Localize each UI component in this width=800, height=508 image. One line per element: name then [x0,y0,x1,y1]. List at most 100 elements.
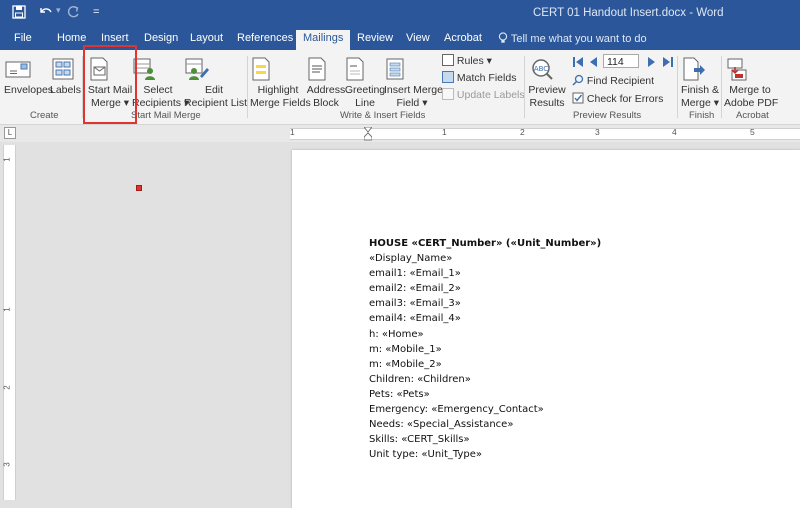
highlight-merge-fields-button[interactable]: Highlight Merge Fields [250,56,311,110]
tab-mailings[interactable]: Mailings [296,30,351,50]
merge-field-line: email3: «Email_3» [369,298,461,310]
merge-to-adobe-pdf-label-2: Adobe PDF [724,97,779,109]
tab-insert[interactable]: Insert [101,32,129,44]
ruler-number: 1 [2,157,12,162]
finish-merge-button[interactable]: Finish & Merge ▾ [680,56,720,110]
redo-icon[interactable] [66,5,80,19]
tab-review[interactable]: Review [357,32,393,44]
tell-me-search[interactable]: Tell me what you want to do [498,32,647,45]
merge-to-adobe-pdf-button[interactable]: Merge to Adobe PDF [724,56,779,110]
group-label-acrobat: Acrobat [736,110,769,121]
start-mail-merge-highlight [83,45,137,124]
tab-view[interactable]: View [406,32,430,44]
ruler-number: 3 [2,462,12,467]
highlight-merge-fields-label-1: Highlight [257,84,299,96]
highlight-merge-fields-label-2: Merge Fields [250,97,311,109]
document-body[interactable]: HOUSE «CERT_Number» («Unit_Number») «Dis… [369,236,601,462]
tab-references[interactable]: References [237,32,293,44]
record-number-input[interactable]: 114 [603,54,639,68]
indent-marker-icon[interactable] [364,127,372,141]
tab-file[interactable]: File [14,32,32,44]
merge-field-line: email4: «Email_4» [369,313,461,325]
edit-recipient-list-icon [184,56,244,82]
merge-field-line: Pets: «Pets» [369,388,430,400]
group-label-create: Create [30,110,59,121]
next-record-icon[interactable] [647,56,657,68]
highlight-merge-fields-icon [250,56,306,82]
greeting-line-button[interactable]: Greeting Line [344,56,386,110]
merge-field-line: Unit type: «Unit_Type» [369,449,482,461]
preview-results-label-1: Preview [528,84,566,96]
undo-dropdown-icon[interactable]: ▾ [56,5,61,16]
address-block-label-1: Address [306,84,346,96]
merge-field-line: Children: «Children» [369,373,471,385]
horizontal-ruler-row: L 1 1 2 3 4 5 [0,125,800,142]
preview-results-button[interactable]: ABC Preview Results [528,56,566,110]
find-recipient-label: Find Recipient [586,75,655,87]
merge-field-line: m: «Mobile_2» [369,358,442,370]
group-label-finish: Finish [689,110,715,121]
labels-button[interactable]: Labels [50,56,81,97]
merge-field-line: Needs: «Special_Assistance» [369,419,514,431]
save-icon[interactable] [12,5,26,19]
edit-recipient-list-label-2: Recipient List [184,97,248,109]
group-divider [721,56,722,118]
merge-field-line: «Display_Name» [369,253,453,265]
edit-recipient-list-label-1: Edit [204,84,224,96]
group-divider [677,56,678,118]
vertical-ruler[interactable]: 1 1 2 3 [3,145,16,500]
undo-icon[interactable] [38,5,54,19]
labels-icon [50,56,80,82]
match-fields-label: Match Fields [456,72,517,84]
insert-merge-field-label-1: Insert Merge [384,84,443,96]
edit-recipient-list-button[interactable]: Edit Recipient List [184,56,248,110]
previous-record-icon[interactable] [588,56,598,68]
ruler-number: 4 [672,127,677,137]
rules-label: Rules ▾ [456,55,492,67]
tab-acrobat[interactable]: Acrobat [444,32,482,44]
insert-merge-field-label-2: Field ▾ [396,97,428,109]
red-marker [136,185,142,191]
greeting-line-label-2: Line [355,97,375,109]
tab-selector[interactable]: L [4,127,16,139]
match-fields-button[interactable]: Match Fields [442,71,516,85]
group-label-write-insert: Write & Insert Fields [340,110,426,121]
last-record-icon[interactable] [662,56,674,68]
group-label-preview-results: Preview Results [573,110,642,121]
rules-icon [442,54,454,66]
tab-home[interactable]: Home [57,32,86,44]
find-recipient-button[interactable]: Find Recipient [572,74,654,88]
tab-layout[interactable]: Layout [190,32,223,44]
address-block-button[interactable]: Address Block [306,56,346,110]
title-bar: ▾ = CERT 01 Handout Insert.docx - Word [0,0,800,28]
ruler-number: 2 [2,385,12,390]
group-label-start-mail-merge: Start Mail Merge [131,110,201,121]
greeting-line-icon [344,56,386,82]
merge-field-line: m: «Mobile_1» [369,343,442,355]
merge-to-adobe-pdf-label-1: Merge to [729,84,771,96]
merge-field-line: Skills: «CERT_Skills» [369,434,470,446]
house-heading-line: HOUSE «CERT_Number» («Unit_Number») [369,238,602,249]
insert-merge-field-button[interactable]: Insert Merge Field ▾ [384,56,443,110]
window-title: CERT 01 Handout Insert.docx - Word [533,7,724,19]
merge-field-line: h: «Home» [369,328,424,340]
customize-quick-access-icon[interactable]: = [93,6,99,18]
select-recipients-button[interactable]: Select Recipients ▾ [132,56,189,110]
ruler-number: 1 [290,127,295,137]
update-labels-button[interactable]: Update Labels [442,88,525,102]
finish-merge-label-2: Merge ▾ [681,97,719,109]
tab-design[interactable]: Design [144,32,178,44]
select-recipients-label-1: Select [143,84,173,96]
insert-merge-field-icon [384,56,440,82]
rules-button[interactable]: Rules ▾ [442,54,492,68]
greeting-line-label-1: Greeting [344,84,386,96]
address-block-label-2: Block [313,97,339,109]
check-for-errors-button[interactable]: Check for Errors [572,92,663,106]
check-for-errors-icon [572,92,584,104]
select-recipients-icon [132,56,184,82]
envelope-icon [4,56,48,82]
envelopes-button[interactable]: Envelopes [4,56,53,97]
adobe-pdf-icon [724,56,776,82]
first-record-icon[interactable] [572,56,584,68]
find-recipient-icon [572,74,584,86]
